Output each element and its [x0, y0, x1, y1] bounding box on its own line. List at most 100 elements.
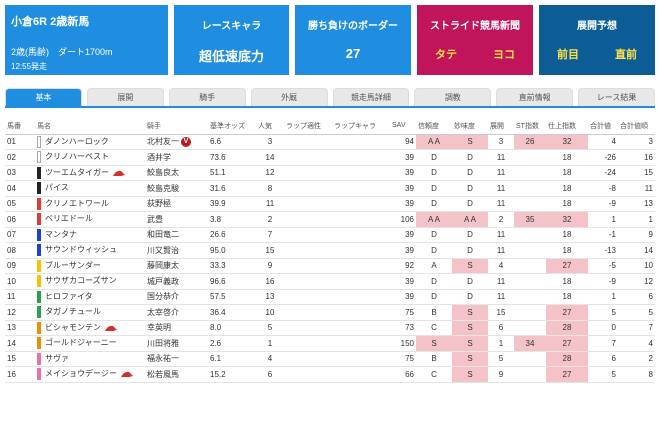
- table-row[interactable]: 16 メイショウデージー 松若風馬 15.2 6 66 C S 9 27 5 8: [5, 366, 655, 383]
- cell-no: 11: [5, 289, 35, 305]
- horse-name[interactable]: ヒロファイタ: [45, 292, 93, 301]
- waku-color-marker: [37, 244, 41, 257]
- table-row[interactable]: 11 ヒロファイタ 国分恭介 57.5 13 39 D D 11 18 1 6: [5, 289, 655, 305]
- table-row[interactable]: 15 サヴァ 福永祐一 6.1 4 75 B S 5 28 6 2: [5, 351, 655, 367]
- col-rank[interactable]: 合計値順: [618, 118, 655, 135]
- col-lap-fit[interactable]: ラップ適性: [284, 118, 332, 135]
- col-shin[interactable]: 信頼度: [416, 118, 452, 135]
- horse-name[interactable]: ブルーサンダー: [45, 261, 101, 270]
- cell-sum: 1: [588, 211, 618, 228]
- cell-rank: 12: [618, 273, 655, 290]
- cell-name[interactable]: ブルーサンダー: [35, 258, 145, 274]
- col-shia[interactable]: 仕上指数: [546, 118, 588, 135]
- cell-sum: -26: [588, 149, 618, 166]
- col-myo[interactable]: 妙味度: [452, 118, 488, 135]
- cell-name[interactable]: クリノハーベスト: [35, 149, 145, 166]
- tab-tenkai[interactable]: 展開: [86, 88, 164, 106]
- col-jockey[interactable]: 騎手: [145, 118, 208, 135]
- cell-pop: 11: [256, 196, 284, 212]
- horse-name[interactable]: サヴァ: [45, 354, 69, 363]
- col-sum[interactable]: 合計値: [588, 118, 618, 135]
- tab-training[interactable]: 調教: [414, 88, 492, 106]
- cell-myo: S: [452, 258, 488, 274]
- table-row[interactable]: 08 サウンドウィッシュ 川又賢治 95.0 15 39 D D 11 18 -13 14: [5, 242, 655, 259]
- cell-shin: A: [416, 258, 452, 274]
- table-row[interactable]: 06 ベリエドール 武豊 3.8 2 106 A AA A 2 35 32 1 1: [5, 211, 655, 228]
- waku-color-marker: [37, 259, 41, 272]
- table-row[interactable]: 02 クリノハーベスト 酒井学 73.6 14 39 D D 11 18 -26 16: [5, 149, 655, 166]
- horse-name[interactable]: ツーエムタイガー: [45, 168, 109, 177]
- cell-name[interactable]: ツーエムタイガー: [35, 165, 145, 181]
- horse-name[interactable]: サウンドウィッシュ: [45, 245, 117, 254]
- table-row[interactable]: 07 マンタナ 和田竜二 26.6 7 39 D D 11 18 -1 9: [5, 227, 655, 243]
- tab-jockey[interactable]: 騎手: [168, 88, 246, 106]
- horse-name[interactable]: クリノエトワール: [45, 199, 109, 208]
- cell-rank: 11: [618, 180, 655, 197]
- cell-name[interactable]: クリノエトワール: [35, 196, 145, 212]
- cell-shia: 27: [546, 335, 588, 352]
- yoso-card[interactable]: 展開予想 前目 直前: [539, 5, 655, 75]
- horse-name[interactable]: タガノチュール: [45, 307, 101, 316]
- table-row[interactable]: 01 ダノンハーロック 北村友一 V 6.6 3 94 A A S 3 26 32 4 3: [5, 134, 655, 150]
- cell-ten: 11: [488, 149, 514, 166]
- cell-name[interactable]: サウンドウィッシュ: [35, 242, 145, 259]
- horse-name[interactable]: クリノハーベスト: [45, 152, 109, 161]
- cell-sav: 39: [390, 273, 416, 290]
- col-lap-chara[interactable]: ラップキャラ: [332, 118, 390, 135]
- horse-name[interactable]: ビシャモンテン: [45, 323, 101, 332]
- stride-card[interactable]: ストライド競馬新聞 タテ ヨコ: [417, 5, 533, 75]
- cell-name[interactable]: ヒロファイタ: [35, 289, 145, 305]
- horse-name[interactable]: マンタナ: [45, 230, 77, 239]
- table-row[interactable]: 10 サウザカコーズサン 城戸義政 96.6 16 39 D D 11 18 -9 12: [5, 273, 655, 290]
- cell-name[interactable]: サウザカコーズサン: [35, 273, 145, 290]
- cell-myo: S: [452, 304, 488, 321]
- table-row[interactable]: 05 クリノエトワール 荻野極 39.9 11 39 D D 11 18 -9 13: [5, 196, 655, 212]
- tab-horse-detail[interactable]: 競走馬詳細: [332, 88, 410, 106]
- table-row[interactable]: 03 ツーエムタイガー 鮫島良太 51.1 12 39 D D 11 18 -24 15: [5, 165, 655, 181]
- col-no[interactable]: 馬番: [5, 118, 35, 135]
- cell-jockey: 酒井学: [145, 149, 208, 166]
- cell-name[interactable]: サヴァ: [35, 351, 145, 367]
- cell-st: [514, 351, 546, 367]
- table-row[interactable]: 14 ゴールドジャーニー 川田将雅 2.6 1 150 S S 1 34 27 7 4: [5, 335, 655, 352]
- cell-jockey: 藤岡康太: [145, 258, 208, 274]
- table-row[interactable]: 04 パイス 鮫島克駿 31.6 8 39 D D 11 18 -8 11: [5, 180, 655, 197]
- cell-name[interactable]: ダノンハーロック: [35, 134, 145, 150]
- horse-name[interactable]: ベリエドール: [45, 214, 93, 223]
- tab-basic[interactable]: 基本: [5, 88, 82, 106]
- cell-name[interactable]: タガノチュール: [35, 304, 145, 321]
- table-row[interactable]: 09 ブルーサンダー 藤岡康太 33.3 9 92 A S 4 27 -5 10: [5, 258, 655, 274]
- horse-name[interactable]: メイショウデージー: [45, 369, 117, 378]
- cell-lap-fit: [284, 149, 332, 166]
- horse-name[interactable]: ゴールドジャーニー: [45, 338, 117, 347]
- cell-name[interactable]: マンタナ: [35, 227, 145, 243]
- tab-result[interactable]: レース結果: [578, 88, 655, 106]
- table-row[interactable]: 13 ビシャモンテン 幸英明 8.0 5 73 C S 6 28 0 7: [5, 320, 655, 336]
- col-ten[interactable]: 展開: [488, 118, 514, 135]
- table-row[interactable]: 12 タガノチュール 太宰啓介 36.4 10 75 B S 15 27 5 5: [5, 304, 655, 321]
- horse-name[interactable]: パイス: [45, 183, 69, 192]
- cell-st: [514, 320, 546, 336]
- cell-st: [514, 227, 546, 243]
- cell-name[interactable]: ゴールドジャーニー: [35, 335, 145, 352]
- horse-name[interactable]: サウザカコーズサン: [45, 276, 117, 285]
- cell-rank: 1: [618, 211, 655, 228]
- cell-name[interactable]: ビシャモンテン: [35, 320, 145, 336]
- col-st[interactable]: ST指数: [514, 118, 546, 135]
- col-pop[interactable]: 人気: [256, 118, 284, 135]
- cell-name[interactable]: ベリエドール: [35, 211, 145, 228]
- cell-sum: 7: [588, 335, 618, 352]
- col-odds[interactable]: 基準オッズ: [208, 118, 256, 135]
- cell-odds: 57.5: [208, 289, 256, 305]
- tab-gaikyu[interactable]: 外厩: [250, 88, 328, 106]
- cell-name[interactable]: メイショウデージー: [35, 366, 145, 383]
- col-name[interactable]: 馬名: [35, 118, 145, 135]
- horse-name[interactable]: ダノンハーロック: [45, 137, 109, 146]
- stride-right: ヨコ: [493, 49, 515, 61]
- tab-pre-race[interactable]: 直前情報: [496, 88, 574, 106]
- cell-pop: 1: [256, 335, 284, 352]
- cell-name[interactable]: パイス: [35, 180, 145, 197]
- cell-lap-fit: [284, 320, 332, 336]
- cell-lap-chara: [332, 335, 390, 352]
- col-sav[interactable]: SAV: [390, 118, 416, 135]
